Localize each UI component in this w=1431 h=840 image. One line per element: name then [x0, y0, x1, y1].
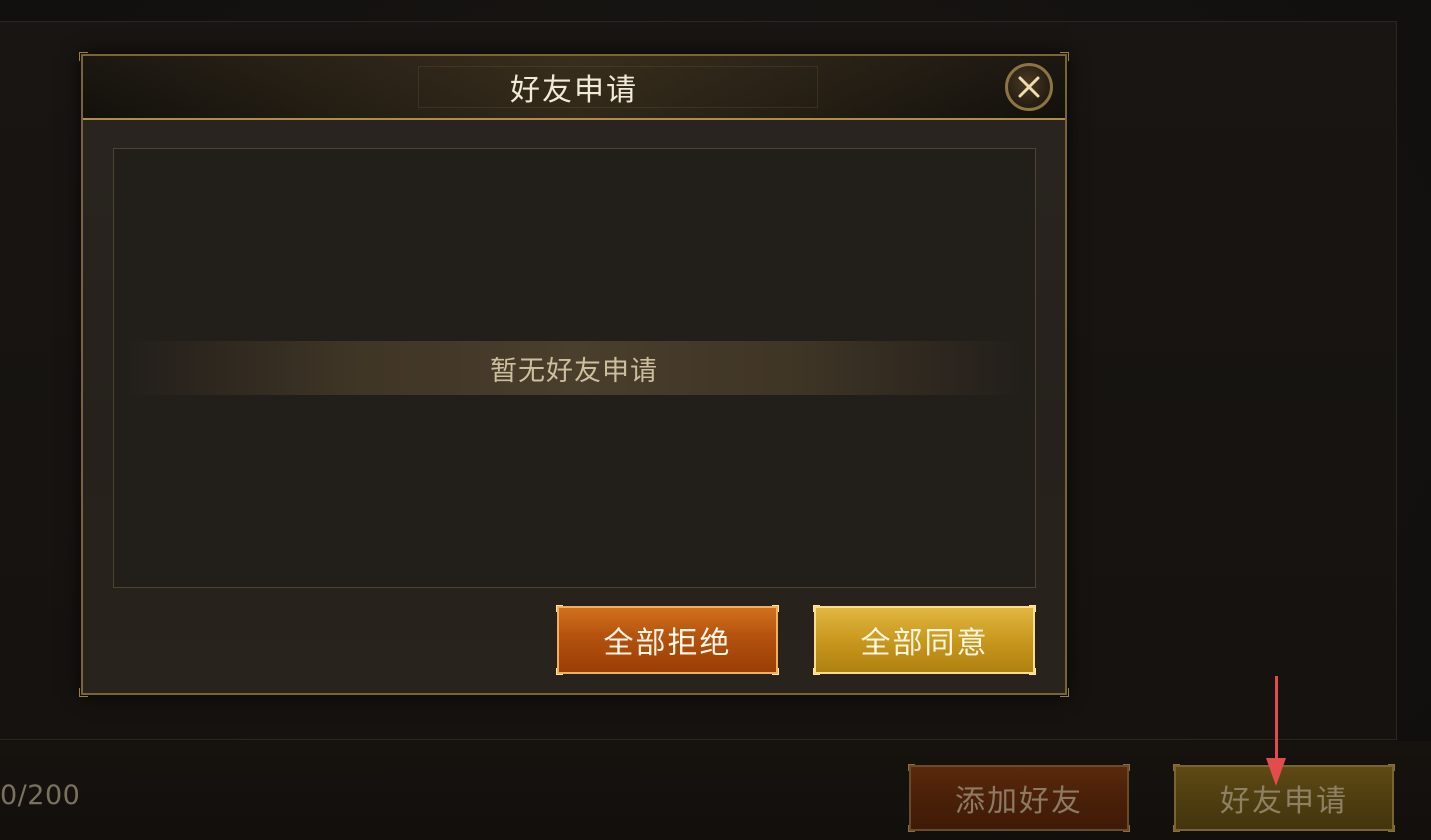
- corner-ornament: [1388, 764, 1395, 771]
- corner-ornament: [556, 605, 563, 612]
- corner-ornament: [908, 825, 915, 832]
- dialog-title: 好友申请: [510, 73, 638, 108]
- reject-all-label: 全部拒绝: [603, 626, 732, 661]
- corner-ornament: [813, 605, 820, 612]
- add-friend-label: 添加好友: [955, 784, 1083, 819]
- accept-all-button[interactable]: 全部同意: [813, 605, 1036, 675]
- request-list-area: 暂无好友申请: [113, 148, 1036, 588]
- corner-ornament: [772, 668, 779, 675]
- corner-ornament: [556, 668, 563, 675]
- friend-request-dialog: 好友申请 暂无好友申请 全部拒绝 全部同意: [79, 52, 1069, 697]
- dialog-header: 好友申请: [83, 56, 1065, 120]
- corner-ornament: [772, 605, 779, 612]
- dialog-corner-ornament: [79, 688, 88, 697]
- game-screen: 0/200 添加好友 好友申请 好友申请 暂无好友申请 全部拒绝 全部同意: [0, 0, 1431, 840]
- corner-ornament: [908, 764, 915, 771]
- corner-ornament: [1123, 764, 1130, 771]
- corner-ornament: [1029, 668, 1036, 675]
- corner-ornament: [1123, 825, 1130, 832]
- close-icon: [1018, 76, 1040, 98]
- empty-state-banner: 暂无好友申请: [124, 341, 1024, 395]
- annotation-arrow-icon: [1266, 758, 1286, 786]
- dialog-corner-ornament: [1060, 688, 1069, 697]
- annotation-arrow-shaft: [1275, 676, 1278, 760]
- reject-all-button[interactable]: 全部拒绝: [556, 605, 779, 675]
- add-friend-button[interactable]: 添加好友: [908, 764, 1130, 832]
- close-button[interactable]: [1005, 63, 1053, 111]
- corner-ornament: [1029, 605, 1036, 612]
- corner-ornament: [813, 668, 820, 675]
- corner-ornament: [1388, 825, 1395, 832]
- corner-ornament: [1173, 764, 1180, 771]
- accept-all-label: 全部同意: [860, 626, 989, 661]
- friend-count: 0/200: [0, 780, 81, 811]
- empty-state-text: 暂无好友申请: [490, 355, 658, 387]
- corner-ornament: [1173, 825, 1180, 832]
